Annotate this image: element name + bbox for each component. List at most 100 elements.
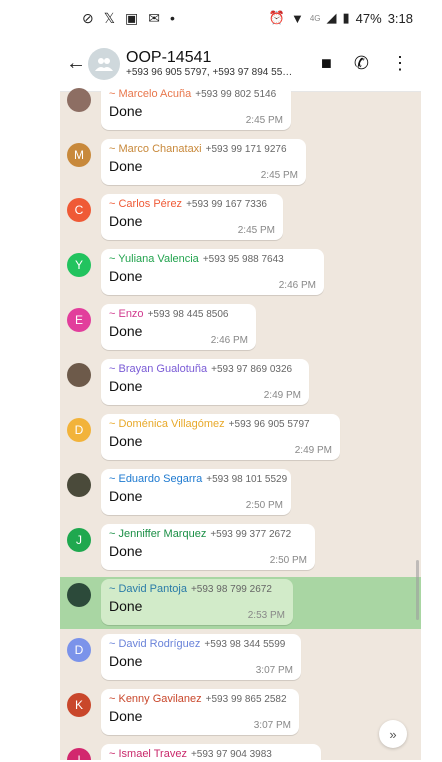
system-status: ⏰ ▼ 4G ◢ ▮ 47% 3:18 xyxy=(269,10,413,26)
phone-screen: ⊘ 𝕏 ▣ ✉ • ⏰ ▼ 4G ◢ ▮ 47% 3:18 ← OOP-1454… xyxy=(60,0,421,760)
sender-line: ~ Brayan Gualotuña +593 97 869 0326 xyxy=(109,363,301,375)
sender-avatar[interactable]: Y xyxy=(67,253,91,277)
sender-avatar[interactable] xyxy=(67,473,91,497)
sender-phone: +593 99 377 2672 xyxy=(210,529,292,540)
sender-name[interactable]: ~ Kenny Gavilanez xyxy=(109,693,202,705)
voice-call-icon[interactable]: ✆ xyxy=(354,53,369,74)
scroll-down-button[interactable]: » xyxy=(379,720,407,748)
message-time: 2:45 PM xyxy=(245,115,283,126)
message-row[interactable]: C ~ Carlos Pérez +593 99 167 7336 Done 2:45 … xyxy=(60,192,421,244)
sender-line: ~ Kenny Gavilanez +593 99 865 2582 xyxy=(109,693,291,705)
message-row[interactable]: D ~ David Rodríguez +593 98 344 5599 Done 3:… xyxy=(60,632,421,684)
sender-avatar[interactable] xyxy=(67,363,91,387)
sender-phone: +593 97 904 3983 xyxy=(190,749,272,760)
sender-name[interactable]: ~ Eduardo Segarra xyxy=(109,473,202,485)
status-bar: ⊘ 𝕏 ▣ ✉ • ⏰ ▼ 4G ◢ ▮ 47% 3:18 xyxy=(60,0,421,36)
scrollbar[interactable] xyxy=(416,560,419,620)
sender-name[interactable]: ~ Brayan Gualotuña xyxy=(109,363,207,375)
sender-avatar[interactable]: I xyxy=(67,748,91,760)
message-row[interactable]: ~ Brayan Gualotuña +593 97 869 0326 Done 2:… xyxy=(60,357,421,409)
sender-phone: +593 99 171 9276 xyxy=(205,144,287,155)
message-bubble[interactable]: ~ Ismael Travez +593 97 904 3983 xyxy=(101,744,321,760)
message-row[interactable]: Y ~ Yuliana Valencia +593 95 988 7643 Done 2… xyxy=(60,247,421,299)
sender-name[interactable]: ~ Doménica Villagómez xyxy=(109,418,225,430)
dot-icon: • xyxy=(169,10,175,26)
notification-icons: ⊘ 𝕏 ▣ ✉ • xyxy=(82,10,175,27)
message-bubble[interactable]: ~ Enzo +593 98 445 8506 Done 2:46 PM xyxy=(101,304,256,350)
group-avatar[interactable] xyxy=(88,47,120,80)
sender-name[interactable]: ~ Enzo xyxy=(109,308,144,320)
sender-avatar[interactable]: D xyxy=(67,638,91,662)
message-row[interactable]: ~ Eduardo Segarra +593 98 101 5529 Done 2:5… xyxy=(60,467,421,519)
sender-phone: +593 99 865 2582 xyxy=(205,694,287,705)
message-bubble[interactable]: ~ Brayan Gualotuña +593 97 869 0326 Done 2:… xyxy=(101,359,309,405)
sender-avatar[interactable]: J xyxy=(67,528,91,552)
message-time: 2:53 PM xyxy=(247,610,285,621)
sender-phone: +593 99 802 5146 xyxy=(195,89,277,100)
message-bubble[interactable]: ~ David Rodríguez +593 98 344 5599 Done 3:0… xyxy=(101,634,301,680)
x-icon: 𝕏 xyxy=(103,9,116,26)
sender-phone: +593 98 799 2672 xyxy=(190,584,272,595)
sender-name[interactable]: ~ Marco Chanataxi xyxy=(109,143,202,155)
message-time: 2:49 PM xyxy=(294,445,332,456)
message-bubble[interactable]: ~ Marcelo Acuña +593 99 802 5146 Done 2:45 … xyxy=(101,84,291,130)
sender-avatar[interactable]: D xyxy=(67,418,91,442)
message-bubble[interactable]: ~ David Pantoja +593 98 799 2672 Done 2:53 … xyxy=(101,579,293,625)
message-time: 2:50 PM xyxy=(245,500,283,511)
group-title-box[interactable]: OOP-14541 +593 96 905 5797, +593 97 894 … xyxy=(126,49,321,78)
sender-avatar[interactable]: C xyxy=(67,198,91,222)
message-row[interactable]: D ~ Doménica Villagómez +593 96 905 5797 Do… xyxy=(60,412,421,464)
sender-line: ~ Eduardo Segarra +593 98 101 5529 xyxy=(109,473,287,485)
sender-name[interactable]: ~ Ismael Travez xyxy=(109,748,187,760)
sender-name[interactable]: ~ David Pantoja xyxy=(109,583,187,595)
sender-avatar[interactable]: E xyxy=(67,308,91,332)
battery-icon: ▮ xyxy=(342,10,350,25)
sender-line: ~ Enzo +593 98 445 8506 xyxy=(109,308,248,320)
sender-line: ~ David Pantoja +593 98 799 2672 xyxy=(109,583,285,595)
message-time: 2:46 PM xyxy=(278,280,316,291)
sender-name[interactable]: ~ Marcelo Acuña xyxy=(109,88,191,100)
message-row[interactable]: K ~ Kenny Gavilanez +593 99 865 2582 Done 3:… xyxy=(60,687,421,739)
group-icon xyxy=(95,57,113,71)
sender-line: ~ Doménica Villagómez +593 96 905 5797 xyxy=(109,418,332,430)
sender-avatar[interactable] xyxy=(67,88,91,112)
message-time: 2:46 PM xyxy=(210,335,248,346)
sender-avatar[interactable]: M xyxy=(67,143,91,167)
message-bubble[interactable]: ~ Jenniffer Marquez +593 99 377 2672 Done 2… xyxy=(101,524,315,570)
sender-name[interactable]: ~ Yuliana Valencia xyxy=(109,253,199,265)
message-time: 3:07 PM xyxy=(253,720,291,731)
sender-name[interactable]: ~ David Rodríguez xyxy=(109,638,200,650)
sender-line: ~ Jenniffer Marquez +593 99 377 2672 xyxy=(109,528,307,540)
sender-name[interactable]: ~ Jenniffer Marquez xyxy=(109,528,206,540)
alarm-icon: ⊘ xyxy=(82,9,94,26)
sender-avatar[interactable] xyxy=(67,583,91,607)
header-actions: ■ ✆ ⋮ xyxy=(321,53,415,74)
video-call-icon[interactable]: ■ xyxy=(321,53,332,74)
sender-line: ~ Ismael Travez +593 97 904 3983 xyxy=(109,748,313,760)
network-label: 4G xyxy=(309,13,321,23)
message-bubble[interactable]: ~ Doménica Villagómez +593 96 905 5797 Don… xyxy=(101,414,340,460)
back-arrow-icon[interactable]: ← xyxy=(66,52,88,75)
message-row[interactable]: E ~ Enzo +593 98 445 8506 Done 2:46 PM xyxy=(60,302,421,354)
sender-line: ~ Marco Chanataxi +593 99 171 9276 xyxy=(109,143,298,155)
sender-phone: +593 99 167 7336 xyxy=(186,199,267,210)
sender-avatar[interactable]: K xyxy=(67,693,91,717)
sender-phone: +593 97 869 0326 xyxy=(211,364,293,375)
message-bubble[interactable]: ~ Marco Chanataxi +593 99 171 9276 Done 2:4… xyxy=(101,139,306,185)
message-bubble[interactable]: ~ Carlos Pérez +593 99 167 7336 Done 2:45 P… xyxy=(101,194,283,240)
message-row[interactable]: J ~ Jenniffer Marquez +593 99 377 2672 Done… xyxy=(60,522,421,574)
message-bubble[interactable]: ~ Yuliana Valencia +593 95 988 7643 Done 2:… xyxy=(101,249,324,295)
message-row[interactable]: I ~ Ismael Travez +593 97 904 3983 xyxy=(60,742,421,760)
sender-phone: +593 96 905 5797 xyxy=(228,419,310,430)
sender-name[interactable]: ~ Carlos Pérez xyxy=(109,198,182,210)
group-participants: +593 96 905 5797, +593 97 894 55… xyxy=(126,67,293,78)
message-bubble[interactable]: ~ Kenny Gavilanez +593 99 865 2582 Done 3:0… xyxy=(101,689,299,735)
message-row[interactable]: ~ David Pantoja +593 98 799 2672 Done 2:53 … xyxy=(60,577,421,629)
more-options-icon[interactable]: ⋮ xyxy=(391,53,409,74)
message-row[interactable]: ~ Marcelo Acuña +593 99 802 5146 Done 2:45 … xyxy=(60,82,421,134)
message-bubble[interactable]: ~ Eduardo Segarra +593 98 101 5529 Done 2:5… xyxy=(101,469,291,515)
sender-line: ~ David Rodríguez +593 98 344 5599 xyxy=(109,638,293,650)
message-row[interactable]: M ~ Marco Chanataxi +593 99 171 9276 Done 2:… xyxy=(60,137,421,189)
chat-messages[interactable]: ~ Marcelo Acuña +593 99 802 5146 Done 2:45 … xyxy=(60,84,421,760)
sender-phone: +593 98 445 8506 xyxy=(147,309,229,320)
